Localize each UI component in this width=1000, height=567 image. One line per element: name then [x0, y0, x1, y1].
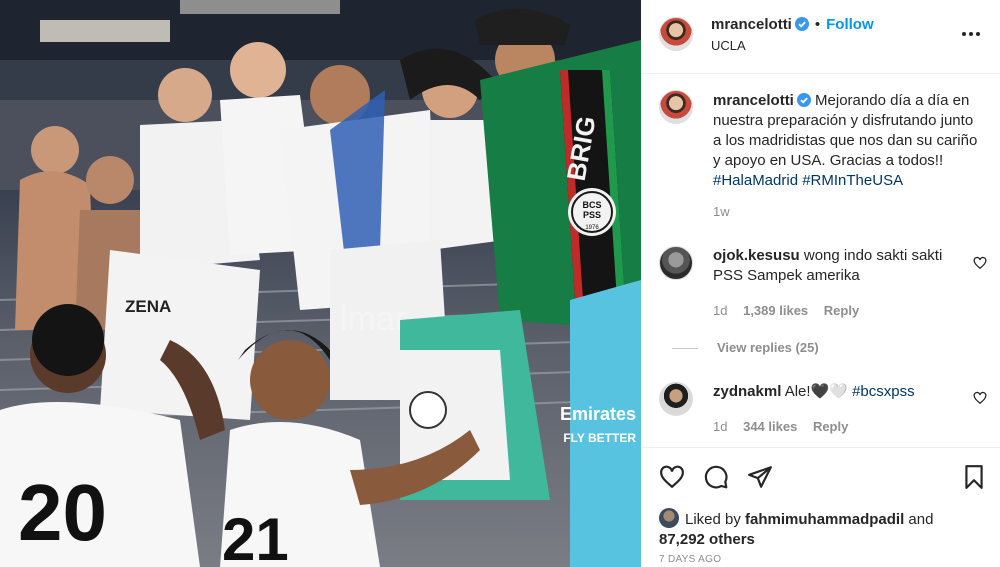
- author-username[interactable]: mrancelotti: [711, 16, 792, 33]
- verified-badge-icon: [794, 17, 809, 31]
- sponsor-tagline: FLY BETTER: [563, 431, 636, 445]
- liked-user[interactable]: fahmimuhammadpadil: [745, 511, 904, 528]
- comment-2-meta: 1d 344 likes Reply: [713, 419, 848, 434]
- caption: mrancelotti Mejorando día a día en nuest…: [713, 91, 983, 191]
- liked-by-avatar[interactable]: [659, 508, 679, 528]
- post-location[interactable]: UCLA: [711, 38, 746, 53]
- follow-button[interactable]: Follow: [826, 16, 874, 33]
- comment-2: zydnakml Ale!🖤🤍 #bcsxpss: [713, 382, 963, 402]
- sponsor-text: Emirates: [560, 404, 636, 424]
- post-time: 7 DAYS AGO: [659, 554, 722, 565]
- comment-username[interactable]: zydnakml: [713, 383, 781, 400]
- comment-avatar[interactable]: [659, 382, 693, 416]
- view-replies-button[interactable]: View replies (25): [672, 340, 819, 355]
- verified-badge-icon: [796, 93, 811, 107]
- post-actions: Liked by fahmimuhammadpadil and 87,292 o…: [641, 447, 1000, 567]
- comment-like-heart-icon[interactable]: [973, 256, 987, 270]
- comment-username[interactable]: ojok.kesusu: [713, 247, 800, 264]
- hashtag-halamadrid[interactable]: #HalaMadrid: [713, 172, 798, 189]
- held-shirt-name: ZENA: [125, 297, 171, 316]
- reply-button[interactable]: Reply: [824, 303, 859, 318]
- comment-text: Ale!🖤🤍: [784, 383, 848, 400]
- caption-age: 1w: [713, 204, 730, 219]
- comment-avatar[interactable]: [659, 246, 693, 280]
- caption-author-avatar[interactable]: [659, 90, 693, 124]
- photo-watermark: lmar: [340, 300, 406, 338]
- comment-icon[interactable]: [703, 464, 729, 490]
- comment-1: ojok.kesusu wong indo sakti sakti PSS Sa…: [713, 246, 963, 286]
- like-heart-icon[interactable]: [659, 464, 685, 490]
- author-line: mrancelotti • Follow: [711, 16, 874, 34]
- photo-illustration: BCS PSS 1976 BRIG ZENA Emirates FLY BETT…: [0, 0, 641, 567]
- hashtag-bcsxpss[interactable]: #bcsxpss: [852, 383, 915, 400]
- post-photo[interactable]: BCS PSS 1976 BRIG ZENA Emirates FLY BETT…: [0, 0, 641, 567]
- scarf-badge-top: BCS: [582, 200, 601, 210]
- more-horizontal-icon[interactable]: [961, 30, 981, 38]
- scarf-badge-mid: PSS: [583, 210, 601, 220]
- liked-prefix: Liked by: [685, 511, 741, 528]
- post-side-panel: mrancelotti • Follow UCLA mrancelotti Mejo…: [641, 0, 1000, 567]
- liked-others[interactable]: 87,292 others: [659, 531, 755, 548]
- comment-like-heart-icon[interactable]: [973, 391, 987, 405]
- caption-username[interactable]: mrancelotti: [713, 92, 794, 109]
- liked-by: Liked by fahmimuhammadpadil and 87,292 o…: [659, 508, 979, 550]
- bookmark-icon[interactable]: [961, 464, 987, 490]
- comment-age: 1d: [713, 419, 728, 434]
- reply-button[interactable]: Reply: [813, 419, 848, 434]
- separator-dot: •: [814, 16, 821, 33]
- scarf-badge-year: 1976: [585, 225, 599, 231]
- comment-1-meta: 1d 1,389 likes Reply: [713, 303, 859, 318]
- comment-likes[interactable]: 1,389 likes: [743, 303, 808, 318]
- share-send-icon[interactable]: [747, 464, 773, 490]
- comment-likes[interactable]: 344 likes: [743, 419, 797, 434]
- left-player-number: 20: [18, 468, 107, 557]
- post-header: mrancelotti • Follow UCLA: [641, 0, 1000, 74]
- author-avatar[interactable]: [659, 17, 693, 51]
- right-player-number: 21: [222, 506, 289, 567]
- hashtag-rmintheusa[interactable]: #RMInTheUSA: [802, 172, 903, 189]
- liked-and: and: [908, 511, 934, 528]
- comment-age: 1d: [713, 303, 728, 318]
